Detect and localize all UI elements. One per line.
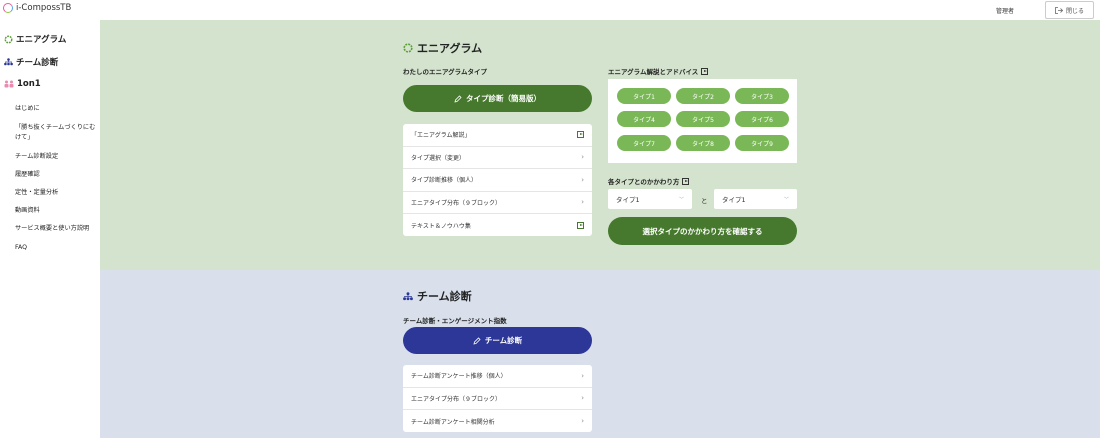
button-label: タイプ診断（簡易版） (466, 94, 541, 103)
chevron-right-icon: › (581, 417, 584, 426)
type-button-grid: タイプ1 タイプ2 タイプ3 タイプ4 タイプ5 タイプ6 タイプ7 タイプ8 … (608, 79, 797, 163)
advice-label: エニアグラム解説とアドバイス (608, 66, 709, 76)
type-button-8[interactable]: タイプ8 (676, 135, 730, 151)
pencil-icon (454, 94, 462, 103)
sidebar-sub-team-building[interactable]: 「勝ち抜くチームづくりにむけて」 (15, 123, 97, 143)
close-label: 閉じる (1065, 7, 1084, 15)
type-select-b[interactable]: タイプ1 ﹀ (714, 189, 797, 209)
select-value: タイプ1 (722, 196, 746, 204)
pencil-icon (473, 336, 481, 345)
chevron-right-icon: › (581, 198, 584, 207)
enneagram-menu: 「エニアグラム解説」 タイプ選択（変更） › タイプ診断推移（個人） › エニア… (403, 124, 592, 236)
relation-label-text: 各タイプとのかかわり方 (608, 178, 680, 186)
menu-item-enneagram-guide[interactable]: 「エニアグラム解説」 (403, 124, 592, 147)
select-value: タイプ1 (616, 196, 640, 204)
chevron-right-icon: › (581, 175, 584, 184)
sidebar-sub-service-guide[interactable]: サービス概要と使い方説明 (15, 224, 97, 234)
sidebar-sub-videos[interactable]: 動画資料 (15, 206, 97, 216)
admin-label: 管理者 (996, 8, 1015, 15)
external-link-icon (577, 131, 584, 139)
chevron-down-icon: ﹀ (783, 196, 789, 203)
external-link-icon (577, 221, 584, 229)
type-button-5[interactable]: タイプ5 (676, 111, 730, 127)
menu-item-knowhow[interactable]: テキスト＆ノウハウ集 (403, 214, 592, 237)
team-panel (100, 270, 1100, 438)
enneagram-section-title: エニアグラム (403, 40, 482, 56)
engagement-label: チーム診断・エンゲージメント指数 (403, 317, 507, 325)
type-button-2[interactable]: タイプ2 (676, 88, 730, 104)
confirm-relation-button[interactable]: 選択タイプのかかわり方を確認する (608, 217, 797, 245)
top-header: i-CompossTB 管理者 閉じる (0, 0, 1100, 20)
sidebar-sub-analysis[interactable]: 定性・定量分析 (15, 188, 97, 198)
logo-text: i-CompossTB (16, 3, 72, 13)
type-button-7[interactable]: タイプ7 (617, 135, 671, 151)
sidebar-item-enneagram[interactable]: エニアグラム (4, 33, 66, 45)
ring-icon (4, 35, 13, 43)
menu-item-label: チーム診断アンケート相関分析 (411, 418, 495, 426)
menu-item-label: エニアタイプ分布（９ブロック） (411, 199, 502, 207)
page-title: エニアグラム (417, 42, 483, 55)
external-link-icon[interactable] (682, 177, 690, 185)
team-section-title: チーム診断 (403, 288, 472, 304)
menu-item-type-distribution[interactable]: エニアタイプ分布（９ブロック） › (403, 192, 592, 214)
menu-item-label: テキスト＆ノウハウ集 (411, 222, 471, 230)
type-button-6[interactable]: タイプ6 (735, 111, 789, 127)
menu-item-type-select[interactable]: タイプ選択（変更） › (403, 147, 592, 169)
menu-item-survey-history[interactable]: チーム診断アンケート推移（個人） › (403, 365, 592, 388)
menu-item-label: 「エニアグラム解説」 (411, 132, 471, 140)
menu-item-correlation[interactable]: チーム診断アンケート相関分析 › (403, 410, 592, 433)
menu-item-type-distribution[interactable]: エニアタイプ分布（９ブロック） › (403, 388, 592, 410)
menu-item-label: タイプ診断推移（個人） (411, 177, 478, 185)
chevron-down-icon: ﹀ (678, 196, 684, 203)
relation-label: 各タイプとのかかわり方 (608, 176, 690, 186)
sidebar-item-team[interactable]: チーム診断 (4, 56, 58, 68)
button-label: 選択タイプのかかわり方を確認する (642, 226, 763, 236)
sidebar-item-label: エニアグラム (16, 35, 67, 45)
close-button[interactable]: 閉じる (1045, 1, 1094, 19)
chevron-right-icon: › (581, 371, 584, 380)
sidebar-item-label: チーム診断 (16, 58, 59, 68)
chevron-right-icon: › (581, 394, 584, 403)
type-button-3[interactable]: タイプ3 (735, 88, 789, 104)
org-icon (4, 58, 13, 66)
app-logo[interactable]: i-CompossTB (3, 3, 71, 13)
type-button-1[interactable]: タイプ1 (617, 88, 671, 104)
sidebar-sub-history[interactable]: 履歴確認 (15, 170, 97, 180)
type-button-9[interactable]: タイプ9 (735, 135, 789, 151)
sidebar-item-1on1[interactable]: 1on1 (4, 79, 41, 89)
team-diagnosis-button[interactable]: チーム診断 (403, 327, 592, 354)
button-label: チーム診断 (484, 336, 523, 345)
people-icon (4, 80, 14, 88)
team-menu: チーム診断アンケート推移（個人） › エニアタイプ分布（９ブロック） › チーム… (403, 365, 592, 432)
type-select-a[interactable]: タイプ1 ﹀ (608, 189, 692, 209)
sidebar-sub-team-settings[interactable]: チーム診断設定 (15, 152, 97, 162)
ring-icon (403, 43, 413, 53)
external-link-icon[interactable] (701, 67, 709, 75)
my-type-label: わたしのエニアグラムタイプ (403, 68, 487, 76)
select-connector: と (701, 197, 708, 205)
logo-ring-icon (3, 3, 13, 13)
menu-item-label: エニアタイプ分布（９ブロック） (411, 395, 502, 403)
type-button-4[interactable]: タイプ4 (617, 111, 671, 127)
advice-label-text: エニアグラム解説とアドバイス (608, 68, 699, 76)
org-icon (403, 291, 413, 300)
chevron-right-icon: › (581, 153, 584, 162)
section-title: チーム診断 (417, 290, 472, 303)
sidebar-sub-intro[interactable]: はじめに (15, 104, 97, 114)
menu-item-type-history[interactable]: タイプ診断推移（個人） › (403, 169, 592, 192)
sidebar-item-label: 1on1 (17, 79, 41, 89)
logout-icon (1055, 6, 1063, 14)
menu-item-label: タイプ選択（変更） (411, 154, 466, 162)
type-diagnosis-button[interactable]: タイプ診断（簡易版） (403, 85, 592, 112)
menu-item-label: チーム診断アンケート推移（個人） (411, 373, 507, 381)
enneagram-panel (100, 20, 1100, 270)
sidebar-sub-faq[interactable]: FAQ (15, 243, 97, 253)
